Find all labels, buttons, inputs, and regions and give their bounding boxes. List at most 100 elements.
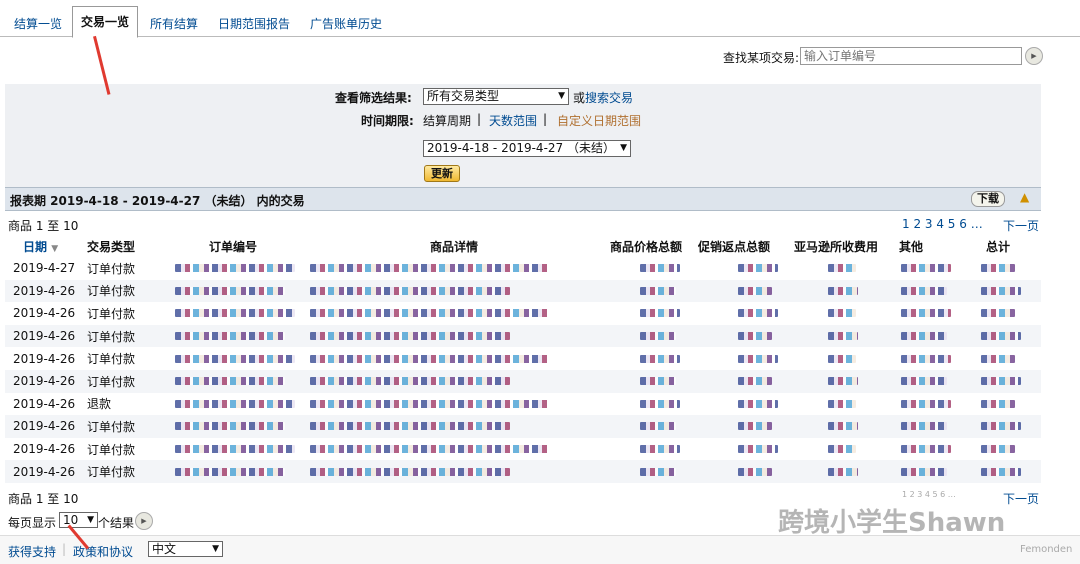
- period-option-settlement[interactable]: 结算周期: [423, 112, 471, 129]
- row-amazon-fees: [788, 280, 896, 303]
- row-promo-total: [698, 280, 788, 303]
- chevron-down-icon: ▼: [212, 544, 219, 554]
- row-order-id[interactable]: [175, 393, 300, 416]
- transaction-type-select[interactable]: 所有交易类型 ▼: [423, 88, 569, 105]
- row-amazon-fees: [788, 415, 896, 438]
- row-total: [966, 370, 1041, 393]
- row-total: [966, 302, 1041, 325]
- tab-settlement-summary[interactable]: 结算一览: [6, 12, 70, 36]
- col-promo-total: 促销返点总额: [698, 239, 771, 254]
- row-order-id[interactable]: [175, 302, 300, 325]
- row-product-total: [610, 393, 698, 416]
- row-order-id[interactable]: [175, 257, 300, 280]
- row-product-total: [610, 415, 698, 438]
- row-date: 2019-4-26: [13, 464, 76, 479]
- col-total: 总计: [986, 239, 1011, 254]
- col-order-id: 订单编号: [209, 239, 258, 254]
- go-button-icon[interactable]: ▶: [1025, 47, 1043, 65]
- period-header: 报表期 2019-4-18 - 2019-4-27 （未结） 内的交易 下载 ▲: [5, 187, 1041, 211]
- view-filter-label: 查看筛选结果:: [335, 91, 412, 105]
- tab-date-range-reports[interactable]: 日期范围报告: [210, 12, 298, 36]
- row-amazon-fees: [788, 257, 896, 280]
- row-product-total: [610, 460, 698, 483]
- row-order-id[interactable]: [175, 325, 300, 348]
- row-amazon-fees: [788, 460, 896, 483]
- row-other: [896, 325, 966, 348]
- download-button[interactable]: 下载: [971, 191, 1005, 207]
- row-date: 2019-4-27: [13, 261, 76, 276]
- row-order-id[interactable]: [175, 438, 300, 461]
- next-page-link[interactable]: 下一页: [1003, 217, 1039, 234]
- row-order-id[interactable]: [175, 347, 300, 370]
- col-type: 交易类型: [87, 239, 136, 254]
- col-other: 其他: [899, 239, 924, 254]
- row-other: [896, 347, 966, 370]
- row-promo-total: [698, 393, 788, 416]
- search-transactions-link[interactable]: 搜索交易: [585, 89, 633, 106]
- row-type: 订单付款: [87, 419, 136, 434]
- tab-ad-billing-history[interactable]: 广告账单历史: [302, 12, 390, 36]
- row-product-details: [300, 460, 610, 483]
- item-range: 商品 1 至 10: [8, 219, 79, 233]
- row-order-id[interactable]: [175, 415, 300, 438]
- table-row: 2019-4-26 订单付款: [5, 302, 1041, 325]
- row-product-details: [300, 257, 610, 280]
- date-sort-header[interactable]: 日期: [23, 240, 47, 254]
- row-other: [896, 438, 966, 461]
- table-row: 2019-4-26 订单付款: [5, 324, 1041, 348]
- row-order-id[interactable]: [175, 460, 300, 483]
- tab-transaction-view[interactable]: 交易一览: [72, 6, 139, 38]
- page-links-bottom[interactable]: 1 2 3 4 5 6 …: [902, 490, 956, 499]
- row-total: [966, 438, 1041, 461]
- period-option-days[interactable]: 天数范围: [489, 112, 537, 129]
- row-total: [966, 415, 1041, 438]
- row-type: 订单付款: [87, 465, 136, 480]
- row-date: 2019-4-26: [13, 351, 76, 366]
- language-select[interactable]: 中文 ▼: [148, 541, 223, 557]
- chevron-down-icon: ▼: [558, 91, 565, 101]
- separator: |: [62, 542, 67, 556]
- row-other: [896, 393, 966, 416]
- row-product-total: [610, 370, 698, 393]
- update-button[interactable]: 更新: [424, 165, 460, 182]
- row-promo-total: [698, 438, 788, 461]
- warning-icon: ▲: [1020, 190, 1030, 204]
- table-row: 2019-4-26 订单付款: [5, 369, 1041, 393]
- col-amazon-fees: 亚马逊所收费用: [794, 239, 879, 254]
- row-product-details: [300, 438, 610, 461]
- row-promo-total: [698, 460, 788, 483]
- row-product-total: [610, 347, 698, 370]
- row-order-id[interactable]: [175, 280, 300, 303]
- row-product-total: [610, 438, 698, 461]
- row-amazon-fees: [788, 370, 896, 393]
- row-type: 订单付款: [87, 374, 136, 389]
- policies-link[interactable]: 政策和协议: [73, 543, 133, 560]
- row-total: [966, 257, 1041, 280]
- row-date: 2019-4-26: [13, 442, 76, 457]
- next-page-link-bottom[interactable]: 下一页: [1003, 490, 1039, 507]
- go-button-icon[interactable]: ▶: [135, 512, 153, 530]
- get-support-link[interactable]: 获得支持: [8, 543, 56, 560]
- sort-icon: ▼: [51, 243, 59, 254]
- per-page-select[interactable]: 10 ▼: [59, 512, 98, 528]
- row-other: [896, 280, 966, 303]
- tab-all-settlements[interactable]: 所有结算: [142, 12, 206, 36]
- order-search-input[interactable]: [800, 47, 1022, 65]
- period-option-custom[interactable]: 自定义日期范围: [557, 112, 641, 129]
- date-range-select[interactable]: 2019-4-18 - 2019-4-27 （未结） ▼: [423, 140, 631, 157]
- row-product-total: [610, 302, 698, 325]
- footer-bar: 获得支持 | 政策和协议 中文 ▼ Femonden: [0, 535, 1080, 564]
- row-product-details: [300, 393, 610, 416]
- row-other: [896, 460, 966, 483]
- watermark-text: 跨境小学生Shawn: [778, 508, 1006, 538]
- row-promo-total: [698, 325, 788, 348]
- row-type: 退款: [87, 397, 112, 412]
- page-links[interactable]: 1 2 3 4 5 6 …: [902, 217, 983, 231]
- row-order-id[interactable]: [175, 370, 300, 393]
- table-row: 2019-4-26 订单付款: [5, 437, 1041, 461]
- row-promo-total: [698, 257, 788, 280]
- row-product-details: [300, 415, 610, 438]
- row-product-details: [300, 302, 610, 325]
- row-promo-total: [698, 302, 788, 325]
- table-row: 2019-4-26 订单付款: [5, 460, 1041, 483]
